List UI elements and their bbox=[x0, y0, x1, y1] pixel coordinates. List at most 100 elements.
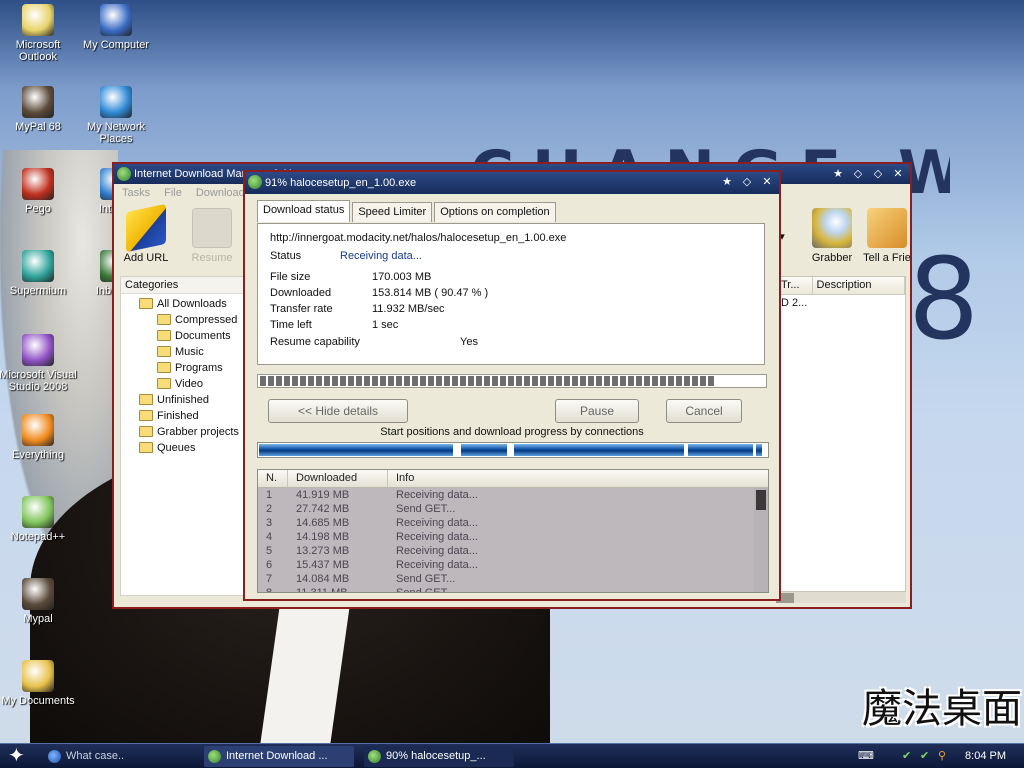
table-row[interactable]: 4 14.198 MB Receiving data... bbox=[258, 530, 768, 544]
column-header-number[interactable]: N. bbox=[258, 470, 288, 487]
tree-item[interactable]: Programs bbox=[121, 360, 245, 376]
column-header-transfer[interactable]: Tr... bbox=[777, 277, 813, 294]
dialog-titlebar[interactable]: 91% halocesetup_en_1.00.exe ★ ◇ ✕ bbox=[245, 172, 779, 194]
desktop-icon[interactable]: Pego bbox=[0, 168, 78, 215]
table-row[interactable]: 8 11.311 MB Send GET... bbox=[258, 586, 768, 593]
desktop-icon[interactable]: Mypal bbox=[0, 578, 78, 625]
table-row[interactable]: 7 14.084 MB Send GET... bbox=[258, 572, 768, 586]
grabber-label: Grabber bbox=[811, 252, 853, 264]
close-button[interactable]: ✕ bbox=[890, 166, 906, 182]
column-header-info[interactable]: Info bbox=[388, 470, 756, 487]
tree-item[interactable]: Grabber projects bbox=[121, 424, 245, 440]
desktop-icon[interactable]: Notepad++ bbox=[0, 496, 78, 543]
dialog-tabs: Download status Speed Limiter Options on… bbox=[257, 200, 558, 222]
download-url: http://innergoat.modacity.net/halos/halo… bbox=[270, 232, 567, 244]
cell-info: Send GET... bbox=[396, 587, 456, 593]
download-list[interactable]: Tr... Description D 2... bbox=[776, 276, 906, 596]
star-icon[interactable]: ★ bbox=[830, 166, 846, 182]
tree-item[interactable]: Video bbox=[121, 376, 245, 392]
table-row[interactable]: 3 14.685 MB Receiving data... bbox=[258, 516, 768, 530]
keyboard-icon[interactable]: ⌨ bbox=[858, 744, 874, 768]
tab-speed-limiter[interactable]: Speed Limiter bbox=[352, 202, 433, 222]
folder-icon bbox=[22, 660, 54, 692]
taskbar-item[interactable]: Internet Download ... bbox=[204, 746, 354, 767]
horizontal-scrollbar[interactable] bbox=[776, 591, 906, 603]
dialog-title: 91% halocesetup_en_1.00.exe bbox=[265, 177, 417, 189]
connection-segment bbox=[514, 444, 684, 456]
desktop-icon[interactable]: My Network Places bbox=[76, 86, 156, 145]
desktop-icon-label: Microsoft Visual Studio 2008 bbox=[0, 369, 77, 393]
table-row[interactable]: 6 15.437 MB Receiving data... bbox=[258, 558, 768, 572]
desktop-icon[interactable]: Everything bbox=[0, 414, 78, 461]
download-list-header: Tr... Description bbox=[777, 277, 905, 295]
resume-capability-label: Resume capability bbox=[270, 336, 360, 348]
resume-button[interactable]: Resume bbox=[184, 208, 240, 264]
desktop-icon[interactable]: My Documents bbox=[0, 660, 78, 707]
tab-download-status[interactable]: Download status bbox=[257, 200, 351, 222]
taskbar-item[interactable]: What case.. bbox=[44, 746, 194, 767]
taskbar-item[interactable]: 90% halocesetup_... bbox=[364, 746, 514, 767]
menu-tasks[interactable]: Tasks bbox=[122, 184, 150, 202]
connections-grid[interactable]: N. Downloaded Info 1 41.919 MB Receiving d… bbox=[257, 469, 769, 593]
download-status-pane: http://innergoat.modacity.net/halos/halo… bbox=[257, 223, 765, 365]
tree-item[interactable]: Finished bbox=[121, 408, 245, 424]
idm-icon bbox=[368, 750, 381, 763]
resume-capability-value: Yes bbox=[460, 336, 478, 348]
desktop-icon-label: MyPal 68 bbox=[15, 121, 61, 133]
tree-item[interactable]: Music bbox=[121, 344, 245, 360]
add-url-button[interactable]: Add URL bbox=[118, 203, 174, 264]
cell-info: Receiving data... bbox=[396, 559, 478, 571]
desktop-icon[interactable]: Microsoft Outlook bbox=[0, 4, 78, 63]
start-button[interactable]: ✦ bbox=[8, 746, 25, 766]
column-header-downloaded[interactable]: Downloaded bbox=[288, 470, 388, 487]
desktop-icon-label: Mypal bbox=[23, 613, 53, 625]
clock[interactable]: 8:04 PM bbox=[965, 744, 1006, 768]
minimize-button[interactable]: ◇ bbox=[850, 166, 866, 182]
search-tray-icon[interactable]: ⚲ bbox=[938, 744, 946, 768]
idm-icon bbox=[208, 750, 221, 763]
raccoon-icon bbox=[22, 578, 54, 610]
tree-item[interactable]: Documents bbox=[121, 328, 245, 344]
connections-grid-header: N. Downloaded Info bbox=[258, 470, 768, 488]
connection-segment bbox=[756, 444, 762, 456]
hide-details-button[interactable]: << Hide details bbox=[268, 399, 408, 423]
vertical-scrollbar[interactable] bbox=[754, 488, 768, 592]
desktop-icon[interactable]: My Computer bbox=[76, 4, 156, 51]
folder-icon bbox=[139, 410, 153, 421]
folder-icon bbox=[139, 298, 153, 309]
menu-file[interactable]: File bbox=[164, 184, 182, 202]
column-header-description[interactable]: Description bbox=[813, 277, 905, 294]
desktop-icon[interactable]: MyPal 68 bbox=[0, 86, 78, 133]
table-row[interactable]: 1 41.919 MB Receiving data... bbox=[258, 488, 768, 502]
network-tray-icon[interactable]: ✔ bbox=[920, 744, 929, 768]
maximize-button[interactable]: ◇ bbox=[870, 166, 886, 182]
cancel-button[interactable]: Cancel bbox=[666, 399, 742, 423]
tell-a-friend-button[interactable]: Tell a Frie bbox=[862, 208, 912, 264]
grabber-button[interactable]: Grabber bbox=[804, 208, 860, 264]
list-item[interactable]: D 2... bbox=[777, 295, 905, 311]
add-url-icon bbox=[126, 203, 166, 253]
desktop-icon[interactable]: Microsoft Visual Studio 2008 bbox=[0, 334, 78, 393]
table-row[interactable]: 2 27.742 MB Send GET... bbox=[258, 502, 768, 516]
pause-button[interactable]: Pause bbox=[555, 399, 639, 423]
minimize-button[interactable]: ◇ bbox=[739, 174, 755, 190]
status-value: Receiving data... bbox=[340, 250, 422, 262]
visual-studio-icon bbox=[22, 334, 54, 366]
tab-options-on-completion[interactable]: Options on completion bbox=[434, 202, 556, 222]
connection-segment bbox=[259, 444, 453, 456]
tree-item[interactable]: All Downloads bbox=[121, 296, 245, 312]
taskbar: ✦ What case.. Internet Download ... 90% … bbox=[0, 743, 1024, 768]
download-dialog[interactable]: 91% halocesetup_en_1.00.exe ★ ◇ ✕ Downlo… bbox=[243, 170, 781, 601]
tree-item[interactable]: Compressed bbox=[121, 312, 245, 328]
desktop-icon-label: Pego bbox=[25, 203, 51, 215]
cell-number: 2 bbox=[266, 503, 273, 515]
tree-item[interactable]: Queues bbox=[121, 440, 245, 456]
desktop-icon[interactable]: Supermium bbox=[0, 250, 78, 297]
idm-tray-icon[interactable]: ✔ bbox=[902, 744, 911, 768]
file-size-row: File size 170.003 MB bbox=[270, 271, 431, 283]
star-icon[interactable]: ★ bbox=[719, 174, 735, 190]
close-button[interactable]: ✕ bbox=[759, 174, 775, 190]
tree-item[interactable]: Unfinished bbox=[121, 392, 245, 408]
table-row[interactable]: 5 13.273 MB Receiving data... bbox=[258, 544, 768, 558]
scroll-thumb[interactable] bbox=[756, 490, 766, 510]
